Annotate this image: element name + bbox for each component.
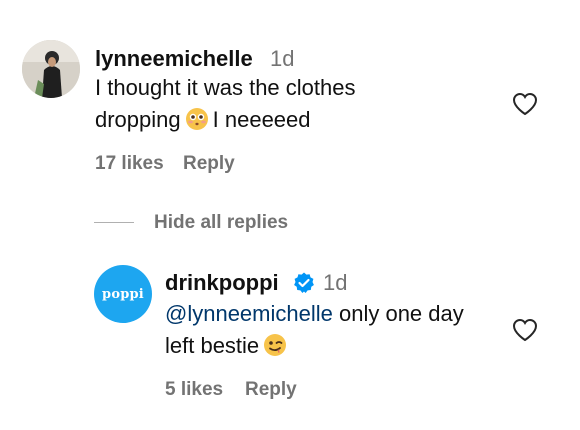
comment-text-line2: dropping I neeeeed (95, 104, 311, 140)
like-heart-icon[interactable] (511, 91, 539, 117)
comment-username[interactable]: lynneemichelle (95, 46, 253, 72)
avatar-lynneemichelle[interactable] (22, 40, 80, 98)
replies-divider (94, 222, 134, 223)
comment-text-part1: dropping (95, 107, 181, 132)
reply-username[interactable]: drinkpoppi (165, 270, 279, 296)
winking-face-icon (263, 333, 287, 366)
reply-text-line1: @lynneemichelle only one day (165, 298, 464, 330)
flushed-face-icon (185, 107, 209, 140)
mention-link[interactable]: @lynneemichelle (165, 301, 333, 326)
comment-text-line1: I thought it was the clothes (95, 75, 356, 100)
comment-text-part2: I neeeeed (212, 107, 311, 132)
reply-text-part1: only one day (338, 301, 464, 326)
reply-text-line2: left bestie (165, 330, 291, 366)
reply-like-heart-icon[interactable] (511, 317, 539, 343)
poppi-logo: poppi (102, 286, 144, 302)
profile-photo (22, 40, 80, 98)
comment-reply-button[interactable]: Reply (183, 153, 235, 175)
reply-reply-button[interactable]: Reply (245, 379, 297, 401)
comment-time: 1d (270, 46, 295, 71)
verified-badge-icon (294, 272, 314, 293)
avatar-drinkpoppi[interactable]: poppi (94, 265, 152, 323)
reply-text-part2: left bestie (165, 333, 260, 358)
reply-likes[interactable]: 5 likes (165, 379, 223, 401)
reply-time: 1d (323, 270, 348, 295)
hide-replies-button[interactable]: Hide all replies (154, 212, 288, 234)
comment-likes[interactable]: 17 likes (95, 153, 164, 175)
